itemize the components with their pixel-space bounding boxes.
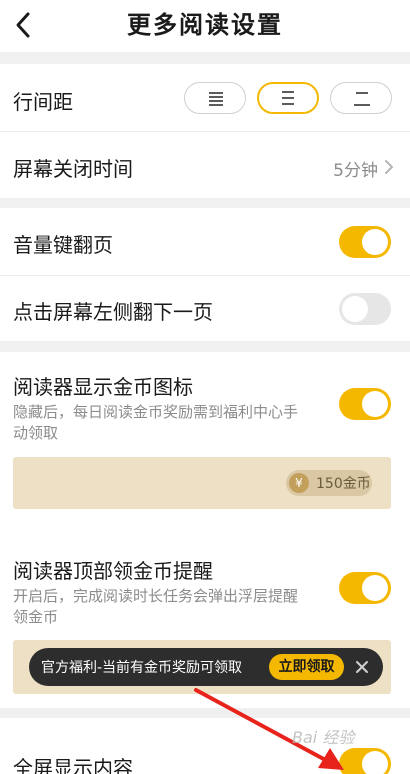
top-coin-reminder-description-line2: 领金币 (13, 608, 59, 626)
toggle-knob (342, 296, 368, 322)
top-coin-reminder-toggle[interactable] (339, 572, 391, 604)
coin-icon-description-line2: 动领取 (13, 424, 59, 442)
toggle-knob (362, 575, 388, 601)
coin-icon: ¥ (289, 473, 309, 493)
tap-left-next-toggle[interactable] (339, 293, 391, 325)
coin-badge: ¥ 150金币 (286, 470, 372, 496)
spacing-medium-icon (282, 91, 294, 105)
top-coin-reminder-label: 阅读器顶部领金币提醒 (13, 559, 213, 583)
volume-flip-toggle[interactable] (339, 226, 391, 258)
fullscreen-toggle[interactable] (339, 748, 391, 774)
top-coin-reminder-description-line1: 开启后，完成阅读时长任务会弹出浮层提醒 (13, 587, 299, 605)
page-turn-section: 音量键翻页 点击屏幕左侧翻下一页 (0, 208, 410, 341)
chevron-right-icon[interactable] (383, 158, 395, 176)
line-spacing-label: 行间距 (13, 90, 73, 114)
line-spacing-small-button[interactable] (184, 82, 246, 114)
coin-icon-toggle[interactable] (339, 388, 391, 420)
claim-now-button[interactable]: 立即领取 (269, 654, 344, 680)
banner-text: 官方福利-当前有金币奖励可领取 (41, 660, 243, 676)
screen-timeout-value[interactable]: 5分钟 (333, 156, 378, 181)
coin-icon-description-line1: 隐藏后，每日阅读金币奖励需到福利中心手 (13, 403, 299, 421)
spacing-large-icon (354, 92, 370, 106)
volume-flip-label: 音量键翻页 (13, 233, 113, 257)
page-title: 更多阅读设置 (127, 11, 283, 39)
tap-left-next-label: 点击屏幕左侧翻下一页 (13, 300, 213, 324)
toggle-knob (362, 229, 388, 255)
divider (0, 275, 410, 276)
top-bar: 更多阅读设置 (0, 0, 410, 52)
spacing-small-icon (209, 92, 223, 106)
close-icon[interactable] (354, 659, 370, 675)
watermark: Bai 经验 (292, 728, 355, 747)
coin-reminder-banner: 官方福利-当前有金币奖励可领取 立即领取 (29, 648, 383, 686)
toggle-knob (362, 391, 388, 417)
fullscreen-label: 全屏显示内容 (13, 756, 133, 774)
divider (0, 131, 410, 132)
screen-timeout-label: 屏幕关闭时间 (13, 157, 133, 181)
coin-badge-text: 150金币 (316, 476, 371, 492)
toggle-knob (362, 751, 388, 774)
line-spacing-medium-button[interactable] (257, 82, 319, 114)
line-spacing-large-button[interactable] (330, 82, 392, 114)
coin-icon-setting-label: 阅读器显示金币图标 (13, 375, 193, 399)
